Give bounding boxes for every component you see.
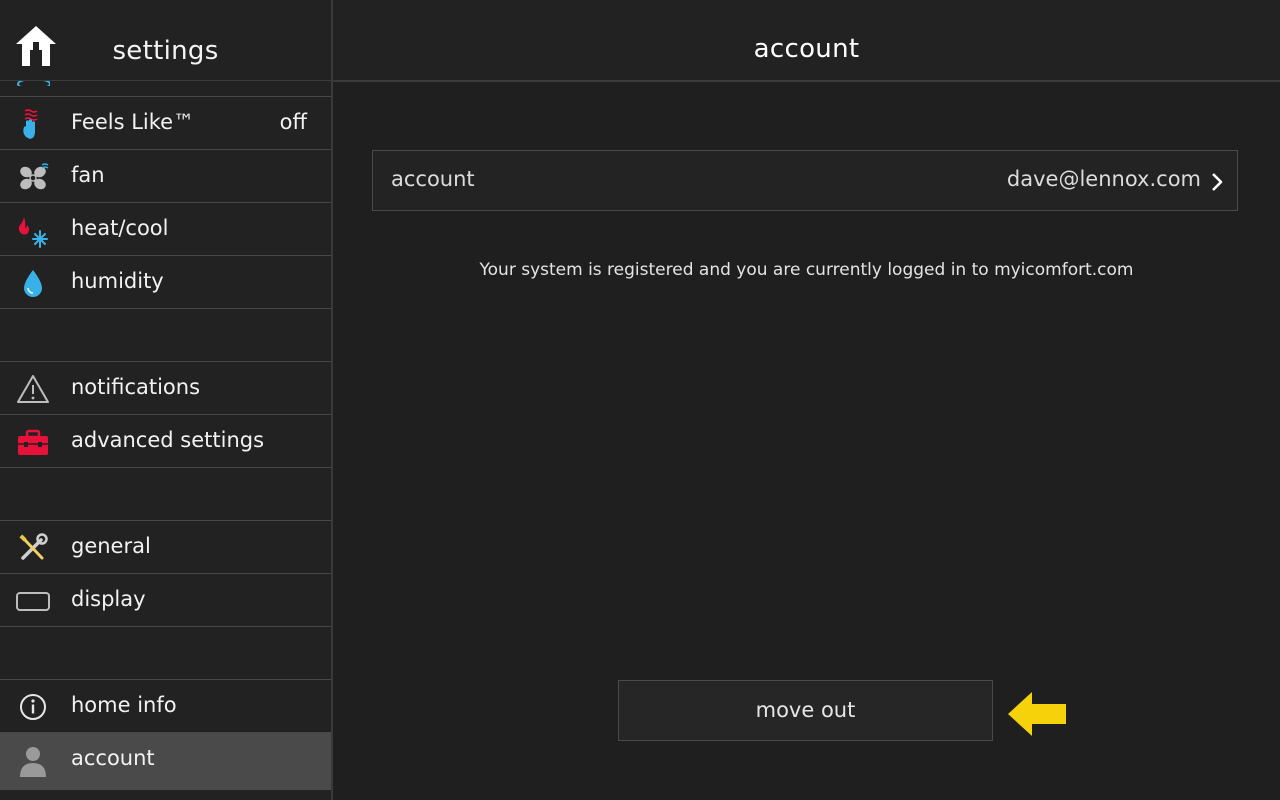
info-icon	[16, 692, 50, 722]
sidebar-item-display[interactable]: display	[0, 574, 331, 627]
sidebar-item-label: home info	[71, 693, 177, 717]
sidebar-item-label: advanced settings	[71, 428, 265, 452]
page-title: account	[753, 34, 860, 64]
sidebar-item-advanced-settings[interactable]: advanced settings	[0, 415, 331, 468]
sidebar-item-feels-like[interactable]: Feels Like™ off	[0, 97, 331, 150]
sidebar-item-account[interactable]: account	[0, 733, 331, 790]
sidebar-spacer	[0, 309, 331, 362]
sidebar-item-label: humidity	[71, 269, 164, 293]
sidebar-item-heat-cool[interactable]: heat/cool	[0, 203, 331, 256]
feels-like-icon	[16, 109, 50, 139]
arrow-left-icon	[1006, 690, 1068, 738]
move-out-button[interactable]: move out	[618, 680, 993, 741]
toolbox-icon	[16, 427, 50, 457]
chevron-right-icon	[1211, 172, 1223, 192]
account-row-label: account	[391, 167, 475, 191]
account-row[interactable]: account dave@lennox.com	[372, 150, 1238, 211]
sidebar-list: Feels Like™ off fan heat/cool humidity n…	[0, 44, 331, 790]
sidebar-item-label: notifications	[71, 375, 201, 399]
tools-icon	[16, 533, 50, 563]
main-header: account	[333, 0, 1280, 82]
sidebar-item-label: general	[71, 534, 151, 558]
heat-cool-icon	[16, 215, 50, 248]
sidebar-item-general[interactable]: general	[0, 521, 331, 574]
sidebar-header: settings	[0, 0, 331, 81]
feels-like-status: off	[279, 110, 307, 134]
sidebar-item-label: account	[71, 746, 155, 770]
sidebar-item-home-info[interactable]: home info	[0, 680, 331, 733]
sidebar-item-label: heat/cool	[71, 216, 169, 240]
sidebar: Feels Like™ off fan heat/cool humidity n…	[0, 0, 333, 800]
fan-icon	[16, 162, 50, 192]
warning-icon	[16, 374, 50, 404]
registration-status-text: Your system is registered and you are cu…	[479, 260, 1134, 280]
sidebar-item-label: fan	[71, 163, 105, 187]
sidebar-item-label: Feels Like™	[71, 110, 195, 134]
sidebar-item-humidity[interactable]: humidity	[0, 256, 331, 309]
account-email: dave@lennox.com	[1006, 167, 1201, 191]
sidebar-item-label: display	[71, 587, 146, 611]
humidity-icon	[16, 268, 50, 298]
user-icon	[16, 745, 50, 777]
sidebar-item-notifications[interactable]: notifications	[0, 362, 331, 415]
display-icon	[16, 586, 50, 616]
sidebar-title: settings	[112, 36, 219, 66]
sidebar-item-fan[interactable]: fan	[0, 150, 331, 203]
sidebar-spacer	[0, 627, 331, 680]
sidebar-spacer	[0, 468, 331, 521]
